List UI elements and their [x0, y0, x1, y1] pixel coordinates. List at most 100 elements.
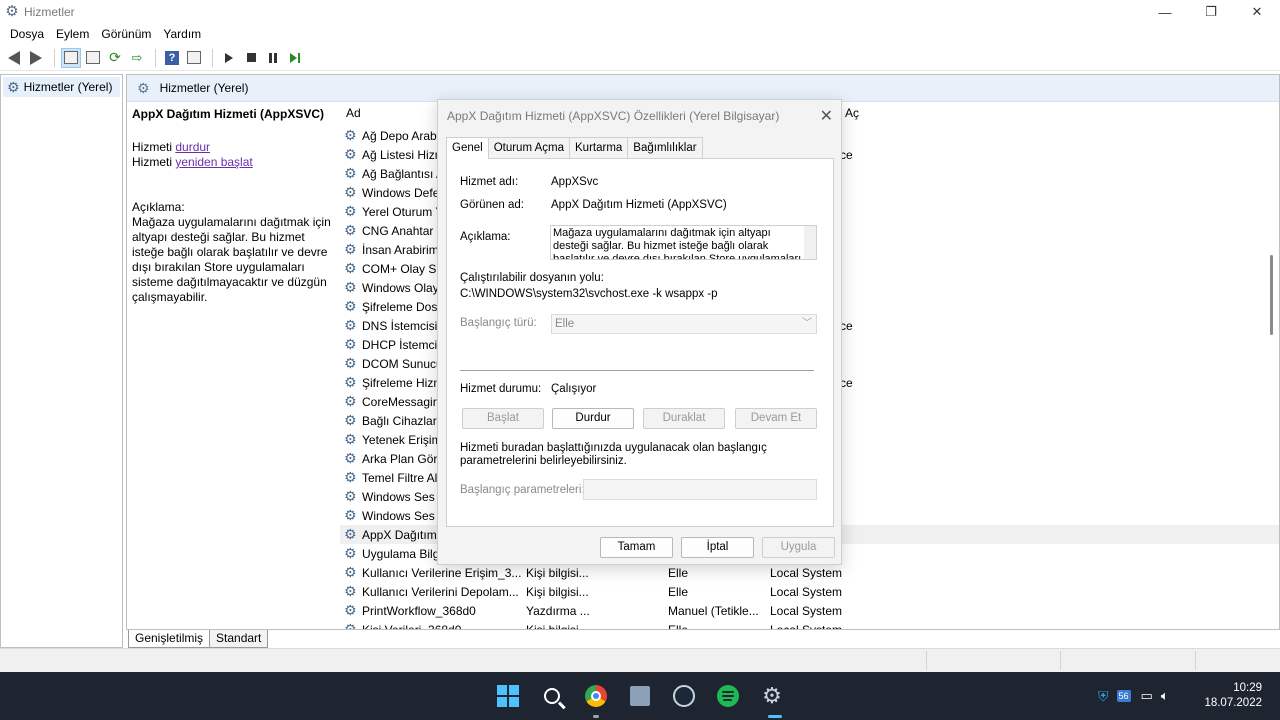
description-textbox[interactable]: Mağaza uygulamalarını dağıtmak için alty… [550, 225, 817, 260]
tab-standard[interactable]: Standart [209, 630, 269, 648]
start-button[interactable] [494, 682, 522, 710]
service-gear-icon: ⚙ [344, 583, 357, 599]
clock-time: 10:29 [1233, 682, 1262, 694]
tab-logon[interactable]: Oturum Açma [487, 137, 570, 158]
pause-icon [269, 52, 277, 63]
service-extra: ce [840, 318, 853, 333]
stop-service-link[interactable]: durdur [175, 140, 210, 154]
service-status-label: Hizmet durumu: [460, 383, 542, 395]
tab-recovery[interactable]: Kurtarma [569, 137, 629, 158]
chrome-icon [585, 685, 607, 707]
table-row[interactable]: ⚙ Kullanıcı Verilerine Erişim_3... Kişi bi… [340, 563, 1279, 582]
column-header-description[interactable]: Aç [845, 106, 859, 120]
service-gear-icon: ⚙ [344, 564, 357, 580]
description-label: Açıklama: [460, 231, 511, 243]
startup-type-select[interactable]: Elle ﹀ [551, 314, 817, 334]
executable-path-value: C:\WINDOWS\system32\svchost.exe -k wsapp… [460, 288, 718, 300]
service-gear-icon: ⚙ [344, 165, 357, 181]
taskbar-chrome[interactable] [582, 682, 610, 710]
volume-icon[interactable]: 🔈︎ [1161, 688, 1169, 704]
close-button[interactable]: ✕ [1234, 0, 1280, 24]
cancel-button[interactable]: İptal [681, 537, 754, 558]
service-gear-icon: ⚙ [344, 355, 357, 371]
stop-button[interactable]: Durdur [552, 408, 634, 429]
tab-dependencies[interactable]: Bağımlılıklar [627, 137, 703, 158]
service-gear-icon: ⚙ [344, 279, 357, 295]
forward-arrow-icon [30, 50, 42, 65]
refresh-button[interactable]: ⟳ [105, 48, 125, 68]
steam-icon [673, 685, 695, 707]
tree-node-services-local[interactable]: ⚙ Hizmetler (Yerel) [3, 77, 120, 97]
forward-button[interactable] [26, 48, 46, 68]
show-hide-tree-button[interactable] [61, 47, 81, 68]
dialog-close-icon[interactable]: ✕ [820, 106, 833, 126]
taskbar-search-button[interactable] [538, 682, 566, 710]
security-shield-icon[interactable]: ⛨ [1098, 688, 1109, 705]
service-gear-icon: ⚙ [344, 146, 357, 162]
properties-button[interactable] [83, 48, 103, 68]
service-name: Kullanıcı Verilerine Erişim_3... [362, 565, 522, 580]
service-gear-icon: ⚙ [344, 336, 357, 352]
extended-description-panel: AppX Dağıtım Hizmeti (AppXSVC) Hizmeti d… [132, 107, 332, 305]
service-properties-dialog: AppX Dağıtım Hizmeti (AppXSVC) Özellikle… [437, 99, 842, 565]
taskbar-services[interactable]: ⚙ [758, 682, 786, 710]
console-tree-icon [64, 51, 78, 64]
table-row[interactable]: ⚙ Kişi Verileri_368d0 Kişi bilgisi... Elle L… [340, 620, 1279, 630]
taskbar-spotify[interactable] [714, 682, 742, 710]
title-bar: ⚙ Hizmetler — ❐ ✕ [0, 0, 1280, 24]
stop-prefix: Hizmeti [132, 140, 176, 154]
help-button[interactable]: ? [162, 48, 182, 68]
toolbar-separator [155, 48, 156, 67]
table-row[interactable]: ⚙ Kullanıcı Verilerini Depolam... Kişi bil… [340, 582, 1279, 601]
table-row[interactable]: ⚙ PrintWorkflow_368d0 Yazdırma ... Manuel (… [340, 601, 1279, 620]
service-gear-icon: ⚙ [344, 127, 357, 143]
restart-service-link[interactable]: yeniden başlat [175, 155, 252, 169]
stop-link-line: Hizmeti durdur [132, 140, 332, 155]
display-icon[interactable]: ▭ [1141, 688, 1153, 704]
tab-general[interactable]: Genel [446, 137, 489, 159]
service-startup-type: Manuel (Tetikle... [668, 603, 759, 618]
apply-button[interactable]: Uygula [762, 537, 835, 558]
description-scrollbar[interactable] [804, 226, 816, 259]
general-tab-panel: Hizmet adı: AppXSvc Görünen ad: AppX Dağ… [446, 158, 834, 527]
restart-service-button[interactable] [285, 48, 305, 68]
maximize-button[interactable]: ❐ [1188, 0, 1234, 24]
service-startup-type: Elle [668, 622, 689, 630]
description-label: Açıklama: [132, 200, 185, 214]
pause-button[interactable]: Duraklat [643, 408, 725, 429]
taskbar-clock[interactable]: 10:29 18.07.2022 [1204, 681, 1262, 711]
ok-button[interactable]: Tamam [600, 537, 673, 558]
vertical-scrollbar[interactable] [1270, 255, 1273, 335]
menu-action[interactable]: Eylem [50, 24, 95, 44]
play-icon [225, 52, 233, 63]
minimize-button[interactable]: — [1142, 0, 1188, 24]
start-parameters-input[interactable] [583, 479, 817, 500]
resume-button[interactable]: Devam Et [735, 408, 817, 429]
spotify-icon [717, 685, 739, 707]
service-logon-as: Local System [770, 565, 843, 580]
menu-help[interactable]: Yardım [157, 24, 207, 44]
tab-extended[interactable]: Genişletilmiş [128, 630, 211, 648]
start-button[interactable]: Başlat [462, 408, 544, 429]
refresh-icon: ⟳ [109, 49, 121, 65]
view-tabs: Genişletilmiş Standart [128, 630, 269, 648]
description-text: Mağaza uygulamalarını dağıtmak için alty… [132, 215, 331, 304]
back-button[interactable] [4, 48, 24, 68]
stop-service-button[interactable] [241, 48, 261, 68]
service-name: Kişi Verileri_368d0 [362, 622, 462, 630]
menu-file[interactable]: Dosya [4, 24, 50, 44]
taskbar-steam[interactable] [670, 682, 698, 710]
dialog-tabs: Genel Oturum Açma Kurtarma Bağımlılıklar [446, 137, 703, 159]
tray-badge[interactable]: 56 [1116, 690, 1131, 702]
start-service-button[interactable] [219, 48, 239, 68]
service-gear-icon: ⚙ [344, 374, 357, 390]
export-button[interactable]: ⇨ [127, 48, 147, 68]
menu-view[interactable]: Görünüm [95, 24, 157, 44]
pause-service-button[interactable] [263, 48, 283, 68]
show-action-pane-button[interactable] [184, 48, 204, 68]
restart-link-line: Hizmeti yeniden başlat [132, 155, 332, 170]
startup-type-value: Elle [555, 318, 575, 330]
taskbar-file-explorer[interactable] [626, 682, 654, 710]
dialog-title: AppX Dağıtım Hizmeti (AppXSVC) Özellikle… [447, 109, 780, 123]
service-startup-type: Elle [668, 584, 689, 599]
